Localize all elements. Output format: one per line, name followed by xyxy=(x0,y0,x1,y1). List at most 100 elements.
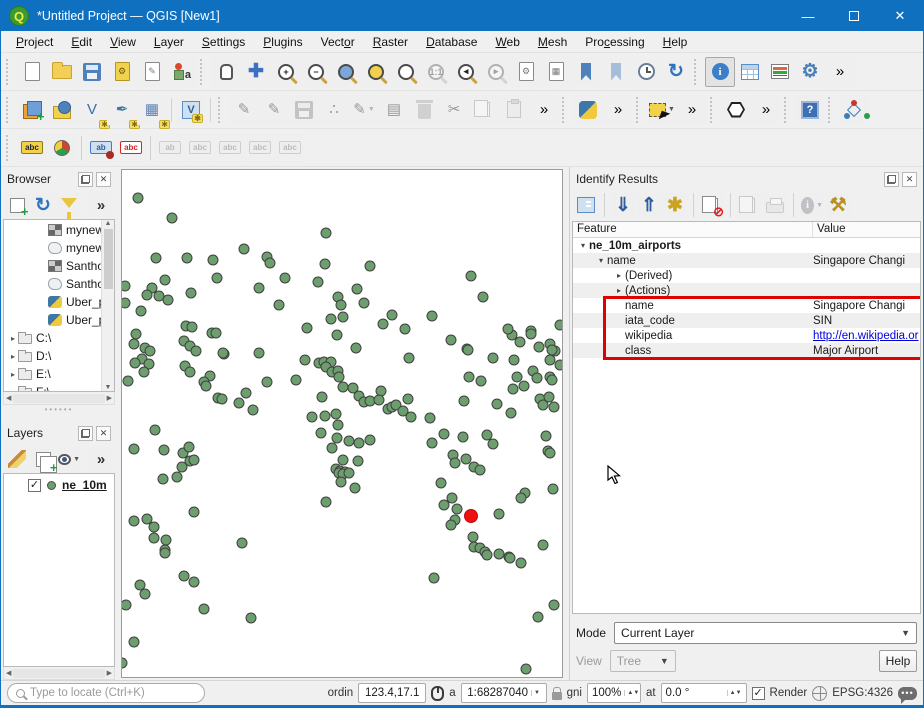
print-response-button[interactable] xyxy=(763,193,787,217)
cut-features-button[interactable]: ✂ xyxy=(439,95,469,125)
layers-close-button[interactable]: ✕ xyxy=(96,426,111,441)
rotation-spinbox[interactable]: 0.0 ° ▲▼ xyxy=(661,683,747,703)
show-bookmarks-button[interactable] xyxy=(601,57,631,87)
dock-resize-grip[interactable]: •••••• xyxy=(1,405,117,413)
toolbar-overflow-button[interactable]: » xyxy=(529,95,559,125)
scroll-right-icon[interactable]: ▶ xyxy=(107,394,112,402)
identify-row-actions[interactable]: ▸(Actions) xyxy=(573,283,920,298)
toolbar-grip[interactable] xyxy=(6,135,14,161)
identify-settings-button[interactable]: ⚒ xyxy=(826,193,850,217)
identify-row-name[interactable]: ▾nameSingapore Changi xyxy=(573,253,920,268)
help-contents-button[interactable]: ? xyxy=(795,95,825,125)
zoom-to-layer-button[interactable] xyxy=(361,57,391,87)
toolbar-overflow-button[interactable]: » xyxy=(751,95,781,125)
copy-feature-button[interactable] xyxy=(737,193,761,217)
manage-visibility-button[interactable]: ▼ xyxy=(57,447,81,471)
identify-row-name[interactable]: nameSingapore Changi xyxy=(573,298,920,313)
minimize-button[interactable]: — xyxy=(785,1,831,31)
open-project-button[interactable] xyxy=(47,57,77,87)
toolbar-grip[interactable] xyxy=(636,97,644,123)
toolbar-grip[interactable] xyxy=(710,97,718,123)
scrollbar-thumb[interactable] xyxy=(104,229,113,289)
save-edits-button[interactable] xyxy=(289,95,319,125)
select-by-polygon-button[interactable] xyxy=(721,95,751,125)
layer-labeling-button[interactable]: abc xyxy=(17,133,47,163)
metasearch-button[interactable] xyxy=(839,95,869,125)
filter-browser-button[interactable] xyxy=(57,193,81,217)
browser-item-d[interactable]: ▸D:\ xyxy=(4,347,101,365)
zoom-to-selection-button[interactable] xyxy=(391,57,421,87)
zoom-in-button[interactable]: + xyxy=(271,57,301,87)
temporal-controller-button[interactable] xyxy=(631,57,661,87)
help-button[interactable]: Help xyxy=(879,650,917,672)
expand-arrow-icon[interactable]: ▸ xyxy=(613,286,625,295)
add-group-button[interactable] xyxy=(31,447,55,471)
menu-view[interactable]: View xyxy=(101,33,145,51)
menu-project[interactable]: Project xyxy=(7,33,62,51)
digitize-button[interactable]: ∴ xyxy=(319,95,349,125)
extent-toggle-icon[interactable] xyxy=(431,686,444,701)
new-project-button[interactable] xyxy=(17,57,47,87)
processing-toolbox-button[interactable]: ⚙ xyxy=(795,57,825,87)
expand-arrow-icon[interactable]: ▸ xyxy=(8,352,18,361)
layer-item-ne-10m[interactable]: ✓ ne_10m xyxy=(4,476,114,494)
toolbar-grip[interactable] xyxy=(218,97,226,123)
identify-row-ne10mairports[interactable]: ▾ne_10m_airports xyxy=(573,238,920,253)
scale-combobox[interactable]: 1:68287040 ▼ xyxy=(461,683,547,703)
scroll-left-icon[interactable]: ◀ xyxy=(6,394,11,402)
change-label-button[interactable]: abc xyxy=(275,133,305,163)
menu-database[interactable]: Database xyxy=(417,33,486,51)
value-link[interactable]: http://en.wikipedia.or xyxy=(813,330,918,342)
move-label-button[interactable]: abc xyxy=(215,133,245,163)
identify-row-wikipedia[interactable]: wikipediahttp://en.wikipedia.or xyxy=(573,328,920,343)
collapse-tree-button[interactable]: ⇑ xyxy=(637,193,661,217)
scrollbar-thumb[interactable] xyxy=(13,669,104,678)
add-data-source-button[interactable] xyxy=(47,95,77,125)
browser-close-button[interactable]: ✕ xyxy=(96,172,111,187)
menu-web[interactable]: Web xyxy=(486,33,528,51)
magnifier-spinbox[interactable]: 100% ▲▼ xyxy=(587,683,641,703)
menu-vector[interactable]: Vector xyxy=(312,33,364,51)
menu-raster[interactable]: Raster xyxy=(364,33,417,51)
python-console-button[interactable] xyxy=(573,95,603,125)
menu-edit[interactable]: Edit xyxy=(62,33,101,51)
layers-horizontal-scrollbar[interactable]: ◀ ▶ xyxy=(3,667,115,680)
delete-selected-button[interactable] xyxy=(409,95,439,125)
browser-item-santho[interactable]: Santho xyxy=(4,257,101,275)
new-bookmark-button[interactable] xyxy=(571,57,601,87)
scroll-left-icon[interactable]: ◀ xyxy=(6,669,11,677)
coordinate-input[interactable]: 123.4,17.1 xyxy=(358,683,426,703)
modify-attributes-button[interactable]: ▤ xyxy=(379,95,409,125)
expand-arrow-icon[interactable]: ▾ xyxy=(595,256,607,265)
new-map-view-button[interactable]: ⚙ xyxy=(511,57,541,87)
expand-arrow-icon[interactable]: ▾ xyxy=(577,241,589,250)
toolbar-grip[interactable] xyxy=(694,59,702,85)
browser-horizontal-scrollbar[interactable]: ◀ ▶ xyxy=(3,392,115,405)
toolbar-grip[interactable] xyxy=(828,97,836,123)
zoom-last-button[interactable]: ◂ xyxy=(451,57,481,87)
browser-float-button[interactable] xyxy=(78,172,93,187)
toolbar-grip[interactable] xyxy=(6,97,14,123)
pan-to-selection-button[interactable]: ✚ xyxy=(241,57,271,87)
scroll-up-icon[interactable]: ▲ xyxy=(105,220,112,227)
identify-features-button[interactable]: i xyxy=(705,57,735,87)
new-3d-map-view-button[interactable]: ▦ xyxy=(541,57,571,87)
expand-arrow-icon[interactable]: ▸ xyxy=(613,271,625,280)
show-hidden-labels-button[interactable]: abc xyxy=(185,133,215,163)
maximize-button[interactable] xyxy=(831,1,877,31)
layer-styling-button[interactable] xyxy=(5,447,29,471)
clear-results-button[interactable] xyxy=(700,193,724,217)
messages-icon[interactable]: ••• xyxy=(898,687,917,700)
scroll-right-icon[interactable]: ▶ xyxy=(107,669,112,677)
layer-diagram-button[interactable] xyxy=(47,133,77,163)
identify-mode-button[interactable]: i▼ xyxy=(800,193,824,217)
expand-new-results-button[interactable]: ✱ xyxy=(663,193,687,217)
save-project-button[interactable] xyxy=(77,57,107,87)
toolbar-grip[interactable] xyxy=(200,59,208,85)
pin-unpin-labels-button[interactable]: ab xyxy=(86,133,116,163)
expand-arrow-icon[interactable]: ▸ xyxy=(8,334,18,343)
select-features-button[interactable]: ▼ xyxy=(647,95,677,125)
paste-features-button[interactable] xyxy=(499,95,529,125)
layers-float-button[interactable] xyxy=(78,426,93,441)
layer-visibility-checkbox[interactable]: ✓ xyxy=(28,479,41,492)
